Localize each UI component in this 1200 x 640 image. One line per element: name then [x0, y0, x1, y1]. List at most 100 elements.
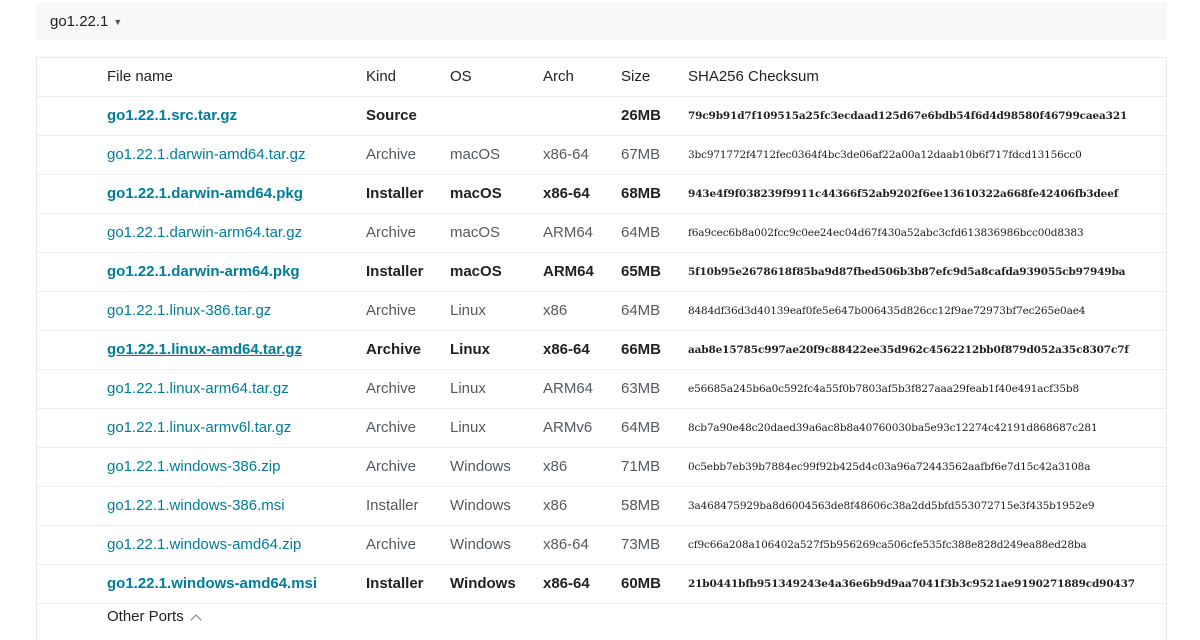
checksum-cell: e56685a245b6a0c592fc4a55f0b7803af5b3f827…: [688, 369, 1166, 409]
size-cell: 64MB: [621, 408, 688, 448]
row-spacer: [37, 525, 107, 565]
arch-cell: x86-64: [543, 564, 621, 604]
os-cell: Linux: [450, 291, 543, 331]
size-cell: 67MB: [621, 135, 688, 175]
size-cell: 71MB: [621, 447, 688, 487]
size-cell: 58MB: [621, 486, 688, 526]
arch-cell: ARMv6: [543, 408, 621, 448]
checksum-cell: 5f10b95e2678618f85ba9d87fbed506b3b87efc9…: [688, 252, 1166, 292]
os-cell: Linux: [450, 408, 543, 448]
table-header-row: File name Kind OS Arch Size SHA256 Check…: [37, 58, 1166, 97]
table-row: go1.22.1.linux-arm64.tar.gz Archive Linux A…: [37, 369, 1166, 409]
kind-cell: Archive: [366, 447, 450, 487]
file-name-link[interactable]: go1.22.1.src.tar.gz: [107, 96, 366, 136]
file-name-link[interactable]: go1.22.1.linux-386.tar.gz: [107, 291, 366, 331]
row-spacer: [37, 252, 107, 292]
arch-cell: x86: [543, 291, 621, 331]
table-row: go1.22.1.darwin-amd64.tar.gz Archive macOS…: [37, 135, 1166, 175]
size-cell: 68MB: [621, 174, 688, 214]
kind-cell: Archive: [366, 291, 450, 331]
checksum-cell: 21b0441bfb951349243e4a36e6b9d9aa7041f3b3…: [688, 564, 1166, 604]
checksum-cell: 8484df36d3d40139eaf0fe5e647b006435d826cc…: [688, 291, 1166, 331]
arch-cell: x86-64: [543, 330, 621, 370]
table-row: go1.22.1.windows-amd64.msi Installer Windo…: [37, 564, 1166, 604]
row-spacer: [37, 408, 107, 448]
other-ports-label: Other Ports: [107, 608, 184, 625]
checksum-cell: aab8e15785c997ae20f9c88422ee35d962c45622…: [688, 330, 1166, 370]
table-row: go1.22.1.linux-amd64.tar.gz Archive Linux x…: [37, 330, 1166, 370]
kind-cell: Archive: [366, 135, 450, 175]
file-name-link[interactable]: go1.22.1.darwin-amd64.tar.gz: [107, 135, 366, 175]
kind-cell: Archive: [366, 525, 450, 565]
row-spacer: [37, 291, 107, 331]
os-cell: Windows: [450, 564, 543, 604]
checksum-cell: 8cb7a90e48c20daed39a6ac8b8a40760030ba5e9…: [688, 408, 1166, 448]
table-row: go1.22.1.linux-386.tar.gz Archive Linux x86…: [37, 291, 1166, 331]
table-row: go1.22.1.windows-386.zip Archive Windows x8…: [37, 447, 1166, 487]
row-spacer: [37, 96, 107, 136]
row-spacer: [37, 213, 107, 253]
row-spacer: [37, 564, 107, 604]
header-size: Size: [621, 58, 688, 97]
kind-cell: Source: [366, 96, 450, 136]
arch-cell: x86-64: [543, 174, 621, 214]
file-name-link[interactable]: go1.22.1.windows-amd64.zip: [107, 525, 366, 565]
kind-cell: Archive: [366, 408, 450, 448]
table-row: go1.22.1.darwin-arm64.tar.gz Archive macOS…: [37, 213, 1166, 253]
size-cell: 65MB: [621, 252, 688, 292]
table-row: go1.22.1.darwin-arm64.pkg Installer macOS A…: [37, 252, 1166, 292]
other-ports-toggle[interactable]: Other Ports: [107, 608, 202, 626]
kind-cell: Archive: [366, 330, 450, 370]
checksum-cell: 3a468475929ba8d6004563de8f48606c38a2dd5b…: [688, 486, 1166, 526]
row-spacer: [37, 369, 107, 409]
os-cell: Windows: [450, 525, 543, 565]
file-name-link[interactable]: go1.22.1.linux-armv6l.tar.gz: [107, 408, 366, 448]
size-cell: 64MB: [621, 213, 688, 253]
caret-down-icon: ▼: [113, 16, 123, 27]
checksum-cell: 3bc971772f4712fec0364f4bc3de06af22a00a12…: [688, 135, 1166, 175]
os-cell: macOS: [450, 213, 543, 253]
os-cell: Windows: [450, 486, 543, 526]
arch-cell: ARM64: [543, 252, 621, 292]
checksum-cell: 0c5ebb7eb39b7884ec99f92b425d4c03a96a7244…: [688, 447, 1166, 487]
os-cell: [450, 96, 543, 136]
table-row: go1.22.1.darwin-amd64.pkg Installer macOS x…: [37, 174, 1166, 214]
version-selector[interactable]: go1.22.1 ▼: [36, 2, 1167, 40]
size-cell: 26MB: [621, 96, 688, 136]
chevron-up-icon: [190, 613, 202, 626]
file-name-link[interactable]: go1.22.1.linux-amd64.tar.gz: [107, 330, 366, 370]
downloads-panel: File name Kind OS Arch Size SHA256 Check…: [36, 57, 1167, 640]
file-name-link[interactable]: go1.22.1.windows-386.zip: [107, 447, 366, 487]
header-arch: Arch: [543, 58, 621, 97]
file-name-link[interactable]: go1.22.1.darwin-arm64.tar.gz: [107, 213, 366, 253]
file-name-link[interactable]: go1.22.1.darwin-arm64.pkg: [107, 252, 366, 292]
header-file-name: File name: [107, 58, 366, 97]
os-cell: Windows: [450, 447, 543, 487]
table-row: go1.22.1.windows-386.msi Installer Windows…: [37, 486, 1166, 526]
os-cell: macOS: [450, 135, 543, 175]
header-checksum: SHA256 Checksum: [688, 58, 1166, 97]
row-spacer: [37, 330, 107, 370]
row-spacer: [37, 447, 107, 487]
file-name-link[interactable]: go1.22.1.linux-arm64.tar.gz: [107, 369, 366, 409]
kind-cell: Installer: [366, 486, 450, 526]
os-cell: macOS: [450, 174, 543, 214]
arch-cell: x86-64: [543, 135, 621, 175]
file-name-link[interactable]: go1.22.1.windows-386.msi: [107, 486, 366, 526]
kind-cell: Archive: [366, 369, 450, 409]
size-cell: 73MB: [621, 525, 688, 565]
header-kind: Kind: [366, 58, 450, 97]
arch-cell: x86-64: [543, 525, 621, 565]
arch-cell: ARM64: [543, 369, 621, 409]
os-cell: Linux: [450, 330, 543, 370]
table-row: go1.22.1.src.tar.gz Source 26MB 79c9b91d7f1…: [37, 96, 1166, 136]
header-os: OS: [450, 58, 543, 97]
size-cell: 66MB: [621, 330, 688, 370]
size-cell: 60MB: [621, 564, 688, 604]
file-name-link[interactable]: go1.22.1.windows-amd64.msi: [107, 564, 366, 604]
kind-cell: Archive: [366, 213, 450, 253]
table-row: go1.22.1.windows-amd64.zip Archive Windows…: [37, 525, 1166, 565]
row-spacer: [37, 174, 107, 214]
file-name-link[interactable]: go1.22.1.darwin-amd64.pkg: [107, 174, 366, 214]
checksum-cell: cf9c66a208a106402a527f5b956269ca506cfe53…: [688, 525, 1166, 565]
